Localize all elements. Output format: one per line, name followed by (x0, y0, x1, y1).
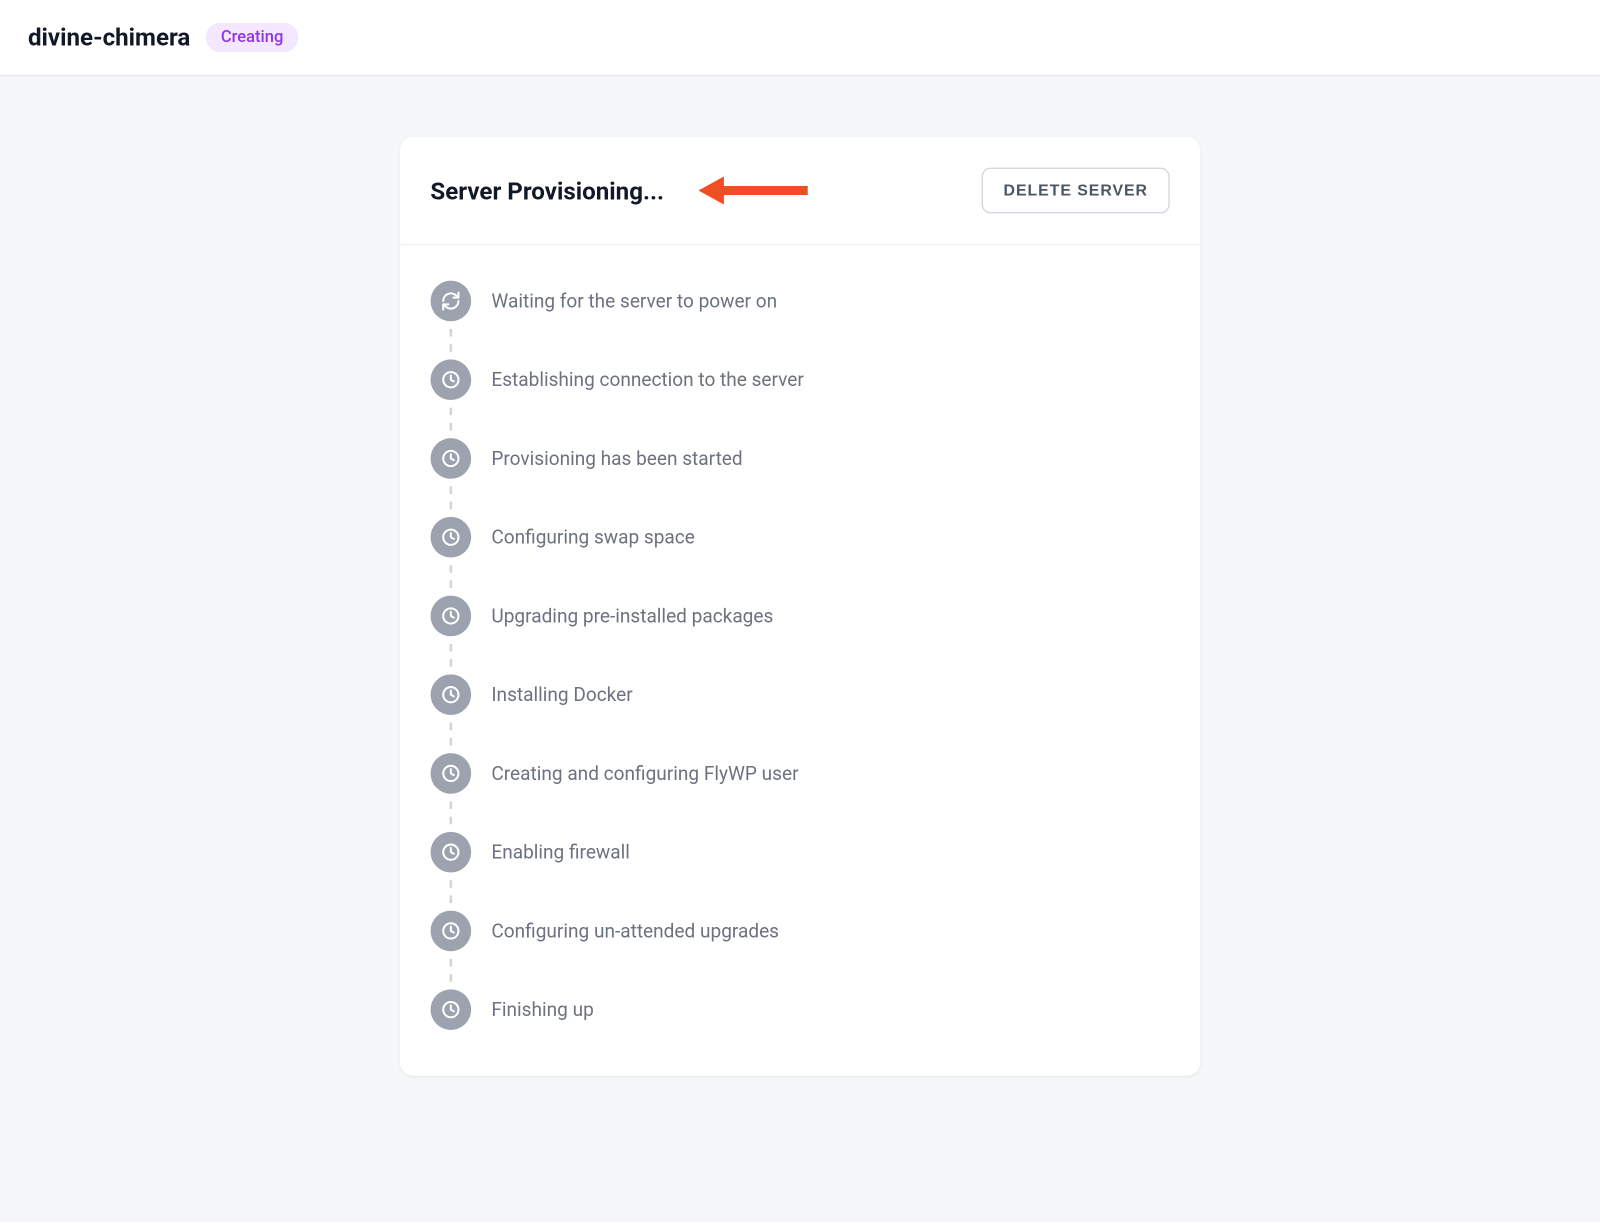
step-connector (430, 794, 1169, 832)
step-item: Establishing connection to the server (430, 359, 1169, 400)
clock-icon (430, 517, 471, 558)
card-title: Server Provisioning... (430, 176, 664, 205)
step-label: Enabling firewall (491, 841, 630, 864)
step-item: Waiting for the server to power on (430, 281, 1169, 322)
step-connector (430, 951, 1169, 989)
status-badge: Creating (206, 23, 299, 52)
clock-icon (430, 989, 471, 1030)
step-item: Finishing up (430, 989, 1169, 1030)
step-item: Provisioning has been started (430, 438, 1169, 479)
step-connector (430, 400, 1169, 438)
step-item: Creating and configuring FlyWP user (430, 753, 1169, 794)
step-label: Configuring un-attended upgrades (491, 919, 779, 942)
annotation-arrow-icon (698, 170, 810, 211)
step-label: Establishing connection to the server (491, 368, 803, 391)
step-item: Enabling firewall (430, 832, 1169, 873)
steps-list: Waiting for the server to power on Establ… (400, 245, 1200, 1076)
step-label: Provisioning has been started (491, 447, 742, 470)
step-item: Configuring un-attended upgrades (430, 911, 1169, 952)
step-connector (430, 479, 1169, 517)
step-label: Installing Docker (491, 683, 632, 706)
clock-icon (430, 832, 471, 873)
server-name: divine-chimera (28, 23, 190, 52)
clock-icon (430, 359, 471, 400)
delete-server-button[interactable]: DELETE SERVER (982, 168, 1170, 214)
step-item: Upgrading pre-installed packages (430, 596, 1169, 637)
step-item: Installing Docker (430, 674, 1169, 715)
clock-icon (430, 911, 471, 952)
page-header: divine-chimera Creating (0, 0, 1600, 76)
step-connector (430, 558, 1169, 596)
clock-icon (430, 596, 471, 637)
step-label: Creating and configuring FlyWP user (491, 762, 798, 785)
step-connector (430, 636, 1169, 674)
step-label: Configuring swap space (491, 526, 694, 549)
card-header: Server Provisioning... DELETE SERVER (400, 137, 1200, 245)
step-label: Upgrading pre-installed packages (491, 605, 773, 628)
clock-icon (430, 753, 471, 794)
step-connector (430, 872, 1169, 910)
clock-icon (430, 438, 471, 479)
step-connector (430, 321, 1169, 359)
step-item: Configuring swap space (430, 517, 1169, 558)
step-label: Waiting for the server to power on (491, 290, 777, 313)
refresh-icon (430, 281, 471, 322)
clock-icon (430, 674, 471, 715)
step-connector (430, 715, 1169, 753)
step-label: Finishing up (491, 998, 593, 1021)
provisioning-card: Server Provisioning... DELETE SERVER Wai… (400, 137, 1200, 1076)
content-area: Server Provisioning... DELETE SERVER Wai… (0, 76, 1600, 1152)
